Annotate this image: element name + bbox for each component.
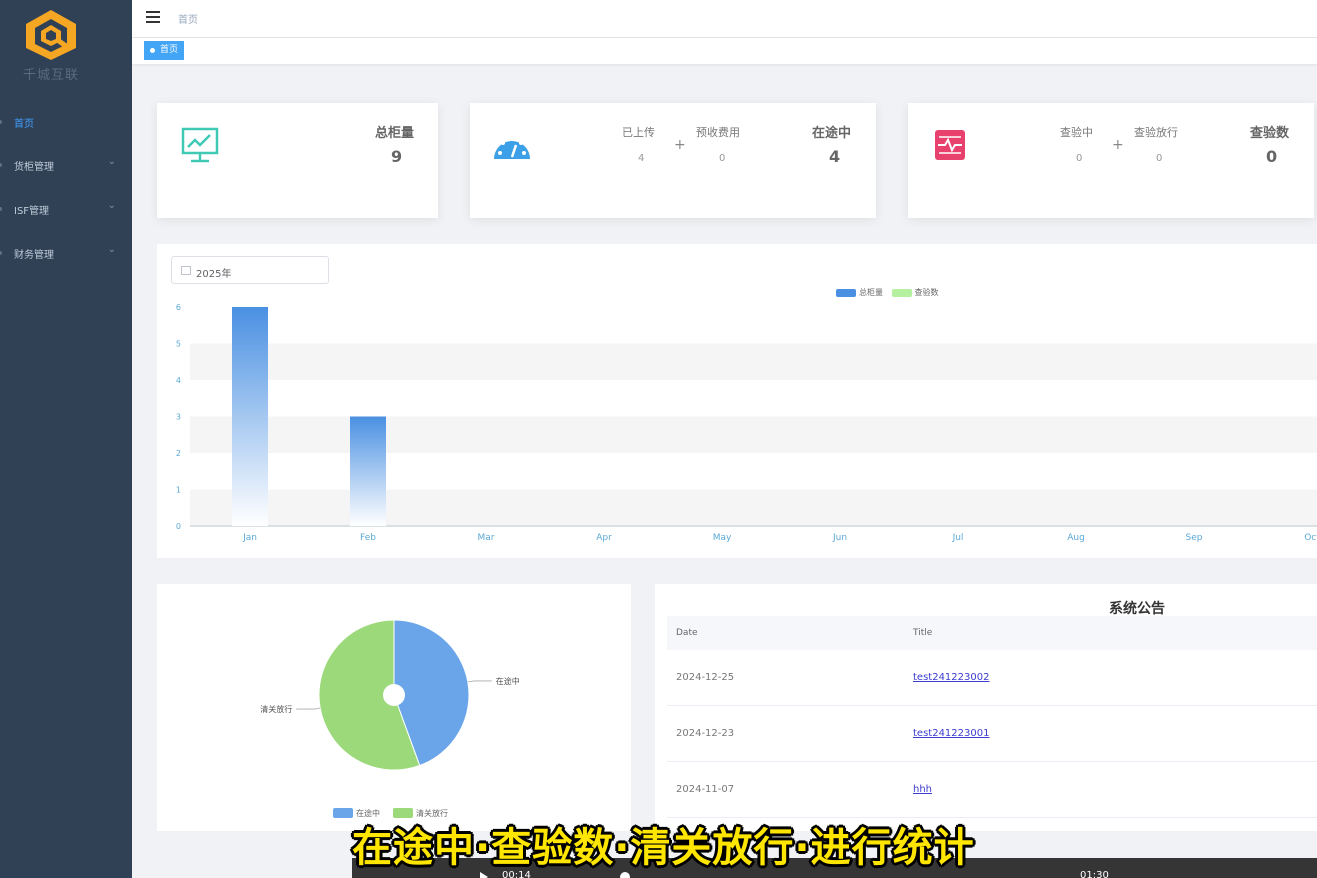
card-in-transit: 已上传 4 + 预收费用 0 在途中 4 [470,103,876,218]
card-total-containers: 总柜量 9 [157,103,438,218]
column-header-title: Title [913,628,933,638]
tags-view: 首页 [132,38,1317,64]
pulse-monitor-icon [935,130,965,160]
y-tick-label: 2 [176,449,181,458]
brand-logo[interactable]: 千城互联 [14,8,88,86]
menu-dot-icon [0,120,2,124]
notice-date: 2024-12-25 [676,672,735,683]
checking-label: 查验中 [1060,126,1093,139]
year-picker[interactable]: 2025年 [171,256,329,284]
table-row: 2024-12-23 test241223001 [667,706,1317,762]
sidebar-item-container-management[interactable]: 货柜管理 ⌄ [0,150,132,180]
total-time: 01:30 [1080,870,1109,878]
bar-chart: 0 1 2 3 4 5 6 Jan Feb Mar Apr May Jun Jul Aug Sep Oct [176,303,1317,543]
notice-title-link[interactable]: test241223001 [913,728,989,739]
x-tick-label: Oct [1304,533,1317,543]
column-header-date: Date [676,628,698,638]
card-title: 总柜量 [375,126,415,141]
x-tick-label: May [713,533,732,543]
y-tick-label: 3 [176,413,181,422]
notice-title-link[interactable]: test241223002 [913,672,989,683]
x-tick-label: Sep [1186,533,1203,543]
menu-dot-icon [0,207,2,211]
chevron-down-icon: ⌄ [107,200,116,211]
released-value: 0 [1156,153,1163,164]
y-tick-label: 5 [176,340,181,349]
sidebar-item-label: 首页 [14,119,34,130]
grid-band [190,343,1317,380]
notice-title: 系统公告 [1109,601,1165,617]
card-inspections: 查验中 0 + 查验放行 0 查验数 0 [908,103,1314,218]
sidebar-item-home[interactable]: 首页 [0,107,132,137]
pie-slice-label: 清关放行 [260,704,292,714]
monthly-chart-panel: 2025年 总柜量 查验数 0 1 2 3 4 5 6 Jan Feb Mar Apr May Jun J… [157,244,1317,558]
notice-date: 2024-12-23 [676,728,735,739]
pie-center-hole [383,684,405,706]
notice-title-link[interactable]: hhh [913,784,932,795]
x-tick-label: Jun [832,533,847,543]
y-tick-label: 6 [176,303,181,312]
released-label: 查验放行 [1134,126,1178,139]
table-row: 2024-11-07 hhh [667,762,1317,818]
y-tick-label: 1 [176,486,181,495]
plus-icon: + [1112,137,1124,153]
card-title: 在途中 [812,126,852,141]
monitor-chart-icon [181,127,219,163]
checking-value: 0 [1076,153,1083,164]
x-tick-label: Jan [242,533,257,543]
card-value: 9 [391,147,403,166]
calendar-icon [181,266,191,275]
pie-label-line [296,707,321,710]
sidebar-item-finance-management[interactable]: 财务管理 ⌄ [0,238,132,268]
y-tick-label: 4 [176,376,181,385]
system-notice-panel: 系统公告 Date Title 2024-12-25 test241223002… [655,584,1317,831]
pie-slice-label: 在途中 [496,676,520,686]
dashboard-gauge-icon [494,136,530,159]
prepaid-value: 0 [719,153,726,164]
sidebar-item-label: ISF管理 [14,206,50,217]
uploaded-value: 4 [638,153,645,164]
pie-label-line [467,680,492,683]
year-picker-value: 2025年 [196,269,232,280]
sidebar-item-label: 财务管理 [14,250,54,261]
x-tick-label: Feb [360,533,376,543]
top-navbar: 首页 [132,0,1317,38]
status-pie-panel: 在途中 清关放行 在途中 清关放行 [157,584,631,831]
sidebar: 千城互联 首页 货柜管理 ⌄ ISF管理 ⌄ 财务管理 ⌄ [0,0,132,878]
x-tick-label: Jul [952,533,964,543]
sidebar-item-label: 货柜管理 [14,162,54,173]
x-tick-label: Aug [1067,533,1085,543]
chevron-down-icon: ⌄ [107,156,116,167]
tag-home[interactable]: 首页 [144,41,185,60]
x-tick-label: Apr [596,533,612,543]
legend-swatch [333,808,353,818]
bar-total [350,416,386,526]
menu-dot-icon [0,163,2,167]
sidebar-item-isf-management[interactable]: ISF管理 ⌄ [0,194,132,224]
notice-table-header: Date Title [667,616,1317,650]
bar-total [232,307,268,526]
card-value: 0 [1266,147,1278,166]
prepaid-label: 预收费用 [696,126,740,139]
video-subtitle: 在途中·查验数·清关放行·进行统计 [352,825,975,871]
table-row: 2024-12-25 test241223002 [667,650,1317,706]
card-value: 4 [829,147,841,166]
uploaded-label: 已上传 [622,126,655,139]
plus-icon: + [674,137,686,153]
breadcrumb[interactable]: 首页 [178,11,198,26]
logo-icon [26,10,76,60]
hamburger-menu-icon[interactable] [146,11,160,23]
notice-date: 2024-11-07 [676,784,735,795]
chevron-down-icon: ⌄ [107,244,116,255]
x-tick-label: Mar [478,533,495,543]
pie-chart: 在途中清关放行在途中 清关放行 [260,619,520,818]
brand-name: 千城互联 [22,68,79,83]
menu-dot-icon [0,251,2,255]
y-tick-label: 0 [176,522,181,531]
card-title: 查验数 [1250,126,1290,141]
